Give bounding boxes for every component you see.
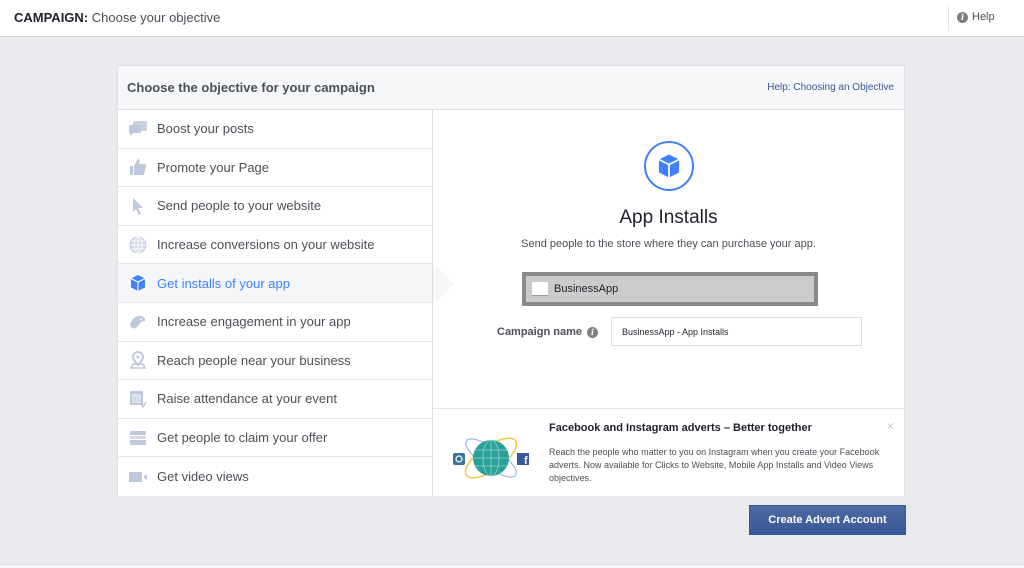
objective-label: Promote your Page	[157, 159, 270, 175]
speech-bubbles-icon	[127, 120, 149, 138]
objective-item-conversions[interactable]: Increase conversions on your website	[118, 225, 433, 265]
objective-subtitle: Send people to the store where they can …	[521, 238, 816, 250]
campaign-name-input[interactable]	[611, 317, 862, 346]
objective-label: Raise attendance at your event	[157, 391, 337, 407]
calendar-icon: 31	[127, 390, 149, 408]
info-icon[interactable]: i	[586, 326, 598, 338]
objective-item-promote-page[interactable]: Promote your Page	[118, 148, 433, 188]
app-installs-icon	[644, 141, 694, 191]
objective-label: Send people to your website	[157, 198, 322, 214]
promo-title: Facebook and Instagram adverts – Better …	[549, 422, 812, 434]
objective-label: Increase conversions on your website	[157, 237, 375, 253]
svg-text:31: 31	[133, 397, 140, 403]
objective-card: Choose the objective for your campaign H…	[117, 65, 905, 496]
close-icon[interactable]: ×	[887, 419, 894, 433]
objective-label: Increase engagement in your app	[157, 314, 351, 330]
title-prefix: CAMPAIGN:	[14, 10, 89, 25]
bottom-strip	[0, 564, 1024, 568]
objective-item-offer[interactable]: Get people to claim your offer	[118, 418, 433, 458]
top-bar: CAMPAIGN: Choose your objective i Help	[0, 0, 1024, 37]
video-camera-icon	[127, 468, 149, 486]
divider	[948, 5, 949, 31]
objective-list: Boost your posts Promote your Page Send …	[118, 110, 433, 496]
campaign-name-label: Campaign name i	[497, 326, 598, 338]
globe-instagram-facebook-icon: f	[453, 437, 529, 479]
help-label: Help	[972, 11, 995, 23]
objective-item-local-awareness[interactable]: Reach people near your business	[118, 341, 433, 381]
create-advert-account-button[interactable]: Create Advert Account	[749, 505, 906, 535]
objective-item-video-views[interactable]: Get video views	[118, 457, 433, 496]
thumbs-up-icon	[127, 158, 149, 176]
objective-item-website[interactable]: Send people to your website	[118, 187, 433, 226]
promo-body: Reach the people who matter to you on In…	[549, 447, 880, 483]
location-pin-icon	[127, 351, 149, 370]
app-name: BusinessApp	[554, 283, 619, 295]
objective-item-app-engagement[interactable]: Increase engagement in your app	[118, 302, 433, 342]
cursor-icon	[127, 197, 149, 215]
objective-item-event[interactable]: 31 Raise attendance at your event	[118, 380, 433, 419]
app-selector[interactable]: BusinessApp	[522, 272, 818, 306]
objective-item-boost-posts[interactable]: Boost your posts	[118, 110, 433, 149]
objective-item-app-installs[interactable]: Get installs of your app	[118, 264, 433, 303]
objective-detail: App Installs Send people to the store wh…	[433, 110, 904, 408]
help-choosing-objective-link[interactable]: Help: Choosing an Objective	[767, 82, 894, 93]
promo-banner: f Facebook and Instagram adverts – Bette…	[433, 408, 904, 496]
objective-label: Boost your posts	[157, 121, 254, 137]
gamepad-icon	[127, 313, 149, 331]
objective-label: Get video views	[157, 469, 249, 485]
info-icon: i	[957, 11, 968, 23]
title-text: Choose your objective	[88, 10, 221, 25]
cube-icon	[127, 274, 149, 292]
help-button[interactable]: i Help	[957, 11, 995, 23]
globe-icon	[127, 236, 149, 254]
card-header: Choose the objective for your campaign H…	[118, 66, 904, 110]
page-title: CAMPAIGN: Choose your objective	[14, 10, 220, 25]
cube-icon	[658, 154, 680, 178]
objective-label: Get installs of your app	[157, 275, 290, 291]
app-thumbnail	[532, 282, 548, 296]
objective-title: App Installs	[619, 207, 718, 228]
objective-label: Reach people near your business	[157, 352, 351, 368]
offer-icon	[127, 429, 149, 447]
campaign-name-label-text: Campaign name	[497, 326, 582, 338]
card-heading: Choose the objective for your campaign	[127, 80, 375, 95]
objective-label: Get people to claim your offer	[157, 430, 328, 446]
svg-text:f: f	[524, 455, 528, 467]
